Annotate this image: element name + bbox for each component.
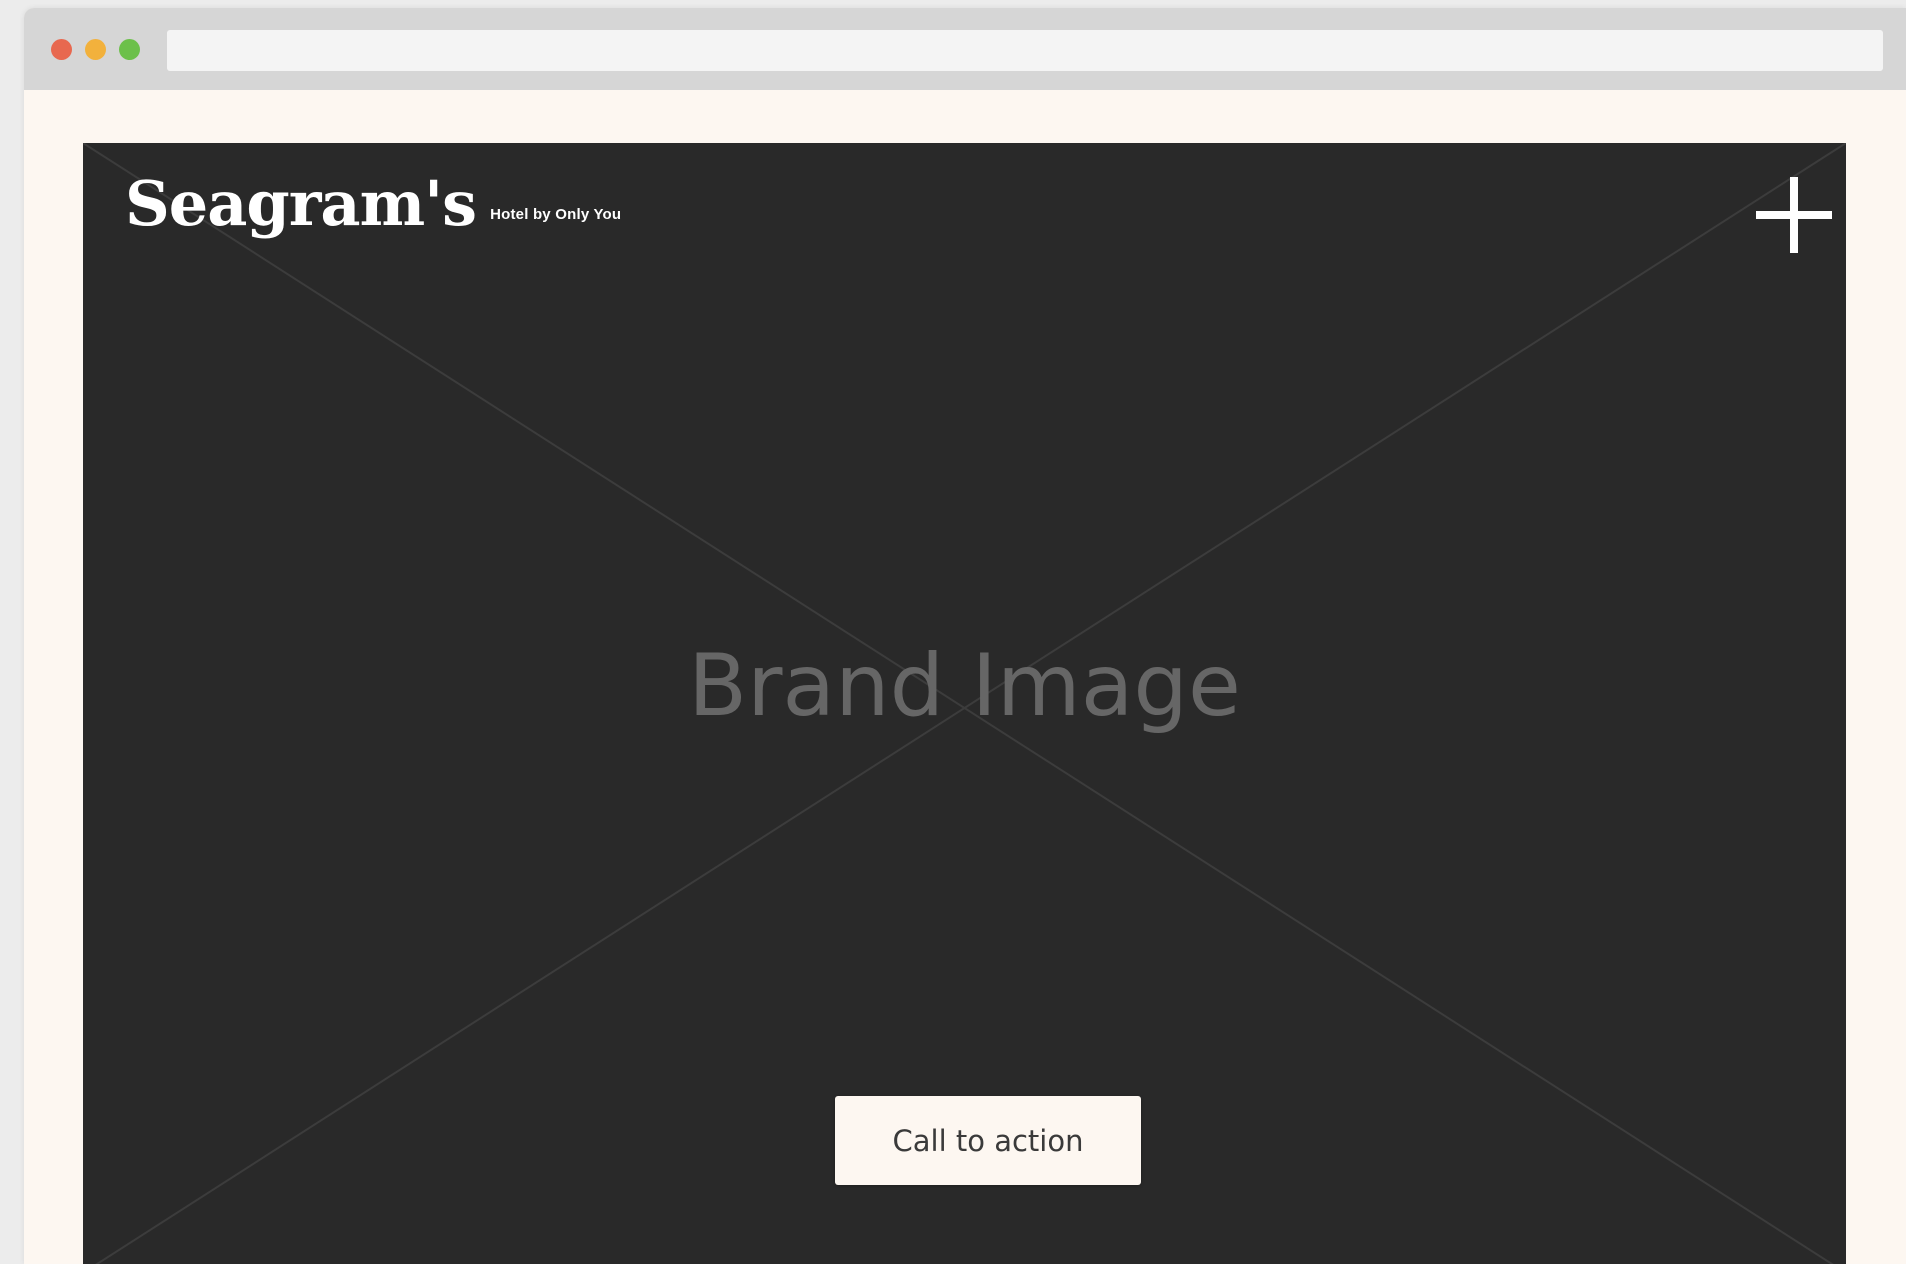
minimize-window-icon[interactable] xyxy=(85,39,106,60)
plus-icon[interactable] xyxy=(1756,177,1832,253)
address-bar[interactable] xyxy=(167,30,1883,71)
hero-brand-image: Seagram's Hotel by Only You Brand Image … xyxy=(83,143,1846,1264)
browser-title-bar xyxy=(24,8,1906,90)
browser-window: Seagram's Hotel by Only You Brand Image … xyxy=(24,8,1906,1264)
logo-tagline: Hotel by Only You xyxy=(490,206,622,223)
call-to-action-button[interactable]: Call to action xyxy=(835,1096,1141,1185)
brand-image-label: Brand Image xyxy=(688,636,1241,736)
brand-logo[interactable]: Seagram's Hotel by Only You xyxy=(125,173,621,235)
logo-wordmark: Seagram's xyxy=(125,167,477,240)
maximize-window-icon[interactable] xyxy=(119,39,140,60)
close-window-icon[interactable] xyxy=(51,39,72,60)
